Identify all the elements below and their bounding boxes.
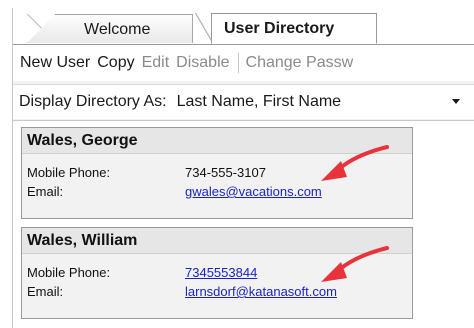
change-password-button[interactable]: Change Passw (246, 54, 354, 72)
new-user-button[interactable]: New User (20, 54, 90, 72)
annotation-arrow-icon (321, 246, 389, 282)
display-directory-label: Display Directory As: (19, 93, 167, 110)
email-label: Email: (27, 184, 64, 199)
app-window: Welcome Page User Directory New User Cop… (12, 8, 474, 328)
edit-button[interactable]: Edit (142, 54, 170, 72)
tab-welcome-page[interactable]: Welcome Page (27, 14, 193, 43)
mobile-phone-label: Mobile Phone: (27, 265, 111, 280)
user-list: Wales, George Mobile Phone: 734-555-3107… (13, 120, 474, 328)
display-directory-row: Display Directory As: Last Name, First N… (13, 84, 474, 119)
tab-strip: Welcome Page User Directory (13, 8, 474, 45)
email-label: Email: (27, 284, 64, 299)
chevron-down-icon[interactable] (452, 99, 460, 104)
disable-button[interactable]: Disable (176, 54, 229, 72)
mobile-phone-value: 734-555-3107 (185, 165, 266, 180)
tab-label: User Directory (224, 20, 335, 37)
copy-button[interactable]: Copy (97, 54, 134, 72)
mobile-phone-label: Mobile Phone: (27, 165, 111, 180)
mobile-phone-link[interactable]: 7345553844 (185, 265, 257, 280)
display-directory-select[interactable]: Last Name, First Name (177, 93, 341, 111)
toolbar-separator (237, 53, 239, 73)
tab-user-directory[interactable]: User Directory (211, 13, 377, 44)
annotation-arrow-icon (321, 145, 389, 181)
toolbar: New User Copy Edit Disable Change Passw (13, 45, 474, 81)
